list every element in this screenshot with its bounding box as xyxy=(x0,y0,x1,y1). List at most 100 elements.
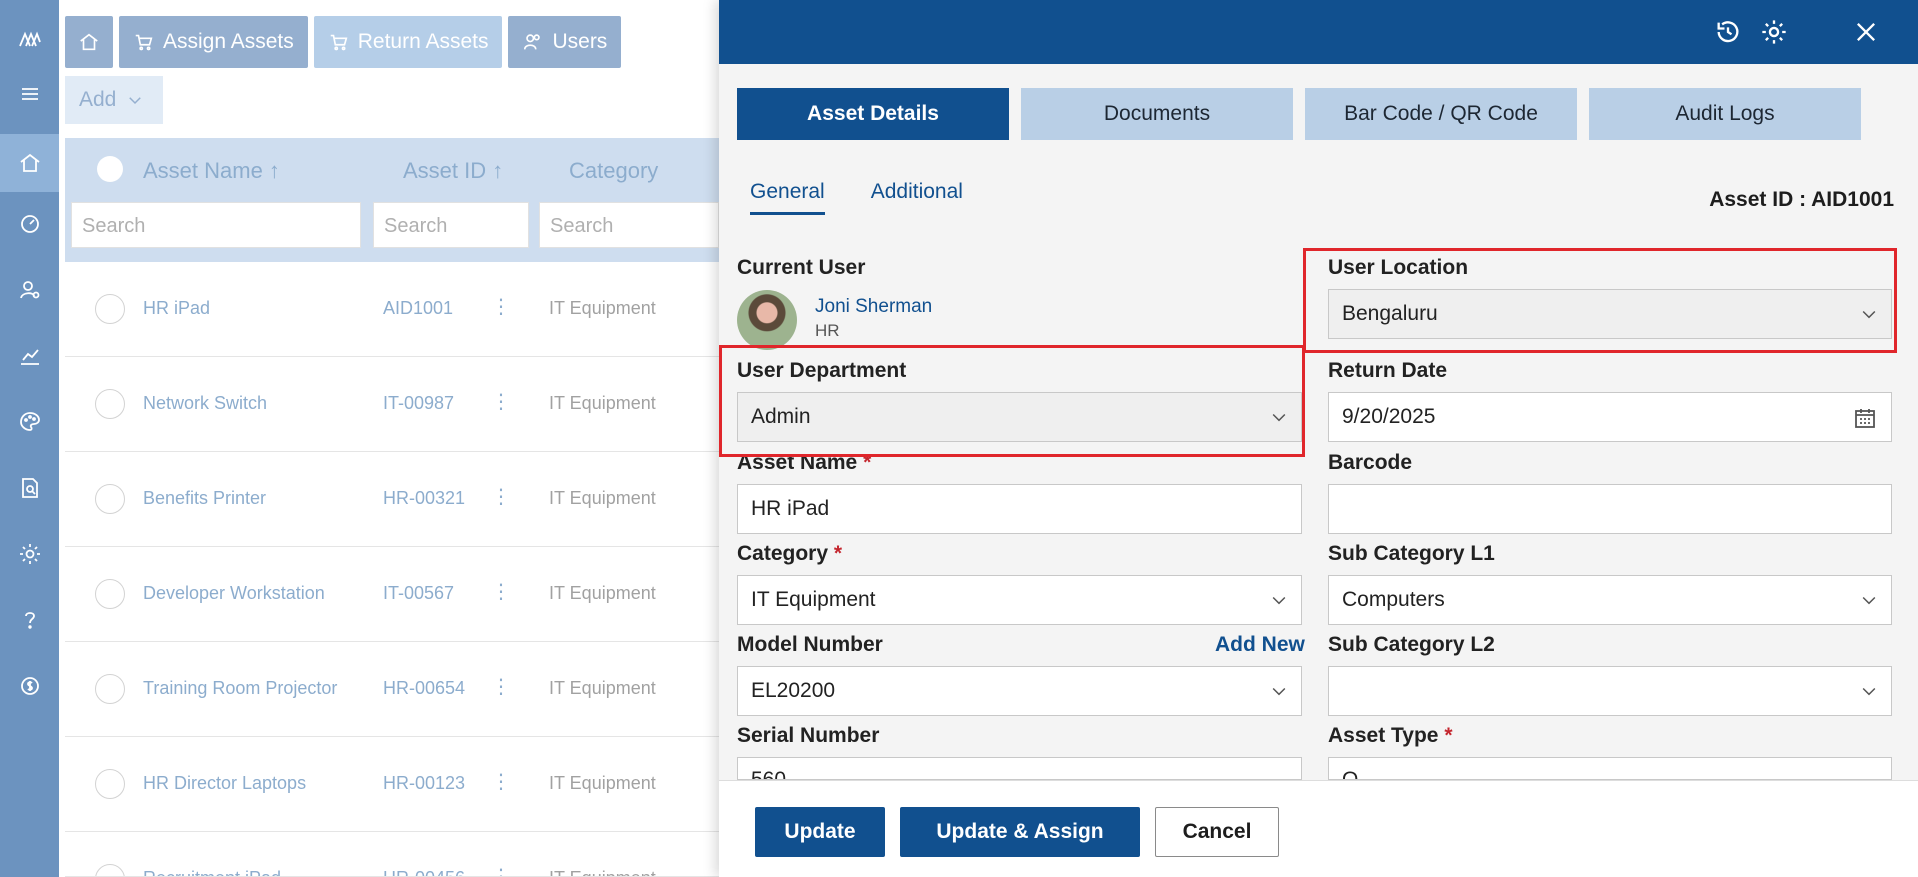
category-select[interactable]: IT Equipment xyxy=(737,575,1302,625)
row-category: IT Equipment xyxy=(549,393,656,413)
close-icon[interactable] xyxy=(1850,16,1882,48)
sub-category-l1-value: Computers xyxy=(1342,588,1445,611)
row-category: IT Equipment xyxy=(549,298,656,318)
tab-audit-logs[interactable]: Audit Logs xyxy=(1589,88,1861,140)
table-row[interactable]: Training Room Projector HR-00654 ⋮ IT Eq… xyxy=(65,642,725,737)
row-category: IT Equipment xyxy=(549,773,656,793)
table-row[interactable]: Benefits Printer HR-00321 ⋮ IT Equipment xyxy=(65,452,725,547)
row-more-icon[interactable]: ⋮ xyxy=(491,864,511,876)
current-user-name[interactable]: Joni Sherman xyxy=(815,296,932,318)
billing-icon[interactable] xyxy=(0,662,59,710)
cancel-button[interactable]: Cancel xyxy=(1155,807,1279,857)
add-dropdown-button[interactable]: Add xyxy=(65,76,163,124)
row-asset-name[interactable]: HR Director Laptops xyxy=(143,773,306,794)
row-radio[interactable] xyxy=(95,769,125,799)
asset-type-select[interactable]: O xyxy=(1328,757,1892,780)
avatar xyxy=(737,290,797,350)
row-category: IT Equipment xyxy=(549,488,656,508)
category-label-text: Category xyxy=(737,542,829,565)
serial-number-value: 560 xyxy=(751,768,787,780)
row-more-icon[interactable]: ⋮ xyxy=(491,674,511,699)
return-date-value: 9/20/2025 xyxy=(1342,405,1436,428)
calendar-icon[interactable] xyxy=(1853,406,1877,430)
menu-icon[interactable] xyxy=(0,70,59,118)
users-label: Users xyxy=(552,30,608,53)
panel-header xyxy=(719,0,1918,64)
row-asset-name[interactable]: Recruitment iPad xyxy=(143,868,281,876)
row-category: IT Equipment xyxy=(549,678,656,698)
asset-id-search-input[interactable]: Search xyxy=(373,202,529,248)
row-asset-name[interactable]: HR iPad xyxy=(143,298,210,319)
row-radio[interactable] xyxy=(95,294,125,324)
tab-documents[interactable]: Documents xyxy=(1021,88,1293,140)
tab-barcode-qr[interactable]: Bar Code / QR Code xyxy=(1305,88,1577,140)
home-button[interactable] xyxy=(65,16,113,68)
row-asset-name[interactable]: Developer Workstation xyxy=(143,583,325,604)
chevron-down-icon xyxy=(1269,590,1289,610)
row-more-icon[interactable]: ⋮ xyxy=(491,769,511,794)
row-radio[interactable] xyxy=(95,579,125,609)
users-icon xyxy=(524,34,541,50)
chevron-down-icon xyxy=(129,97,142,105)
return-date-input[interactable]: 9/20/2025 xyxy=(1328,392,1892,442)
table-row[interactable]: HR iPad AID1001 ⋮ IT Equipment xyxy=(65,262,725,357)
column-category[interactable]: Category xyxy=(569,158,658,184)
palette-icon[interactable] xyxy=(0,398,59,446)
table-row[interactable]: Developer Workstation IT-00567 ⋮ IT Equi… xyxy=(65,547,725,642)
add-new-model-link[interactable]: Add New xyxy=(1215,633,1305,657)
update-assign-button[interactable]: Update & Assign xyxy=(900,807,1140,857)
sub-category-l2-select[interactable] xyxy=(1328,666,1892,716)
panel-tabs: Asset Details Documents Bar Code / QR Co… xyxy=(737,88,1861,140)
category-value: IT Equipment xyxy=(751,588,876,611)
settings-icon[interactable] xyxy=(1758,16,1790,48)
row-asset-id: IT-00987 xyxy=(383,393,455,413)
asset-name-search-input[interactable]: Search xyxy=(71,202,361,248)
row-radio[interactable] xyxy=(95,674,125,704)
barcode-input[interactable] xyxy=(1328,484,1892,534)
row-radio[interactable] xyxy=(95,484,125,514)
column-asset-id[interactable]: Asset ID ↑ xyxy=(403,158,503,184)
select-all-radio[interactable] xyxy=(97,156,123,182)
table-row[interactable]: Network Switch IT-00987 ⋮ IT Equipment xyxy=(65,357,725,452)
help-icon[interactable] xyxy=(0,596,59,644)
asset-name-input[interactable]: HR iPad xyxy=(737,484,1302,534)
return-date-label: Return Date xyxy=(1328,359,1448,382)
subtab-additional[interactable]: Additional xyxy=(871,180,963,215)
assign-assets-button[interactable]: Assign Assets xyxy=(119,16,308,68)
current-user-dept: HR xyxy=(815,321,840,340)
row-more-icon[interactable]: ⋮ xyxy=(491,389,511,414)
row-asset-name[interactable]: Training Room Projector xyxy=(143,678,337,699)
home-nav-icon[interactable] xyxy=(0,134,59,192)
document-search-icon[interactable] xyxy=(0,464,59,512)
column-asset-name[interactable]: Asset Name ↑ xyxy=(143,158,280,184)
serial-number-input[interactable]: 560 xyxy=(737,757,1302,780)
update-button[interactable]: Update xyxy=(755,807,885,857)
dashboard-icon[interactable] xyxy=(0,200,59,248)
reports-chart-icon[interactable] xyxy=(0,332,59,380)
list-toolbar: Assign Assets Return Assets Users xyxy=(65,16,622,68)
category-search-input[interactable]: Search xyxy=(539,202,719,248)
app-root: Assign Assets Return Assets Users Add As… xyxy=(0,0,1918,877)
row-more-icon[interactable]: ⋮ xyxy=(491,294,511,319)
history-icon[interactable] xyxy=(1712,16,1744,48)
highlight-user-location xyxy=(1303,248,1897,353)
row-asset-name[interactable]: Benefits Printer xyxy=(143,488,266,509)
subtab-general[interactable]: General xyxy=(750,180,825,215)
table-row[interactable]: Recruitment iPad HR-00456 ⋮ IT Equipment xyxy=(65,832,725,877)
table-row[interactable]: HR Director Laptops HR-00123 ⋮ IT Equipm… xyxy=(65,737,725,832)
sub-category-l1-select[interactable]: Computers xyxy=(1328,575,1892,625)
row-asset-id: IT-00567 xyxy=(383,583,455,603)
barcode-label: Barcode xyxy=(1328,451,1413,474)
row-asset-name[interactable]: Network Switch xyxy=(143,393,267,414)
row-more-icon[interactable]: ⋮ xyxy=(491,579,511,604)
users-button[interactable]: Users xyxy=(508,16,622,68)
user-settings-icon[interactable] xyxy=(0,266,59,314)
model-number-select[interactable]: EL20200 xyxy=(737,666,1302,716)
row-radio[interactable] xyxy=(95,389,125,419)
row-radio[interactable] xyxy=(95,864,125,876)
add-label: Add xyxy=(79,88,117,111)
return-assets-button[interactable]: Return Assets xyxy=(313,16,503,68)
settings-gear-icon[interactable] xyxy=(0,530,59,578)
row-more-icon[interactable]: ⋮ xyxy=(491,484,511,509)
tab-asset-details[interactable]: Asset Details xyxy=(737,88,1009,140)
